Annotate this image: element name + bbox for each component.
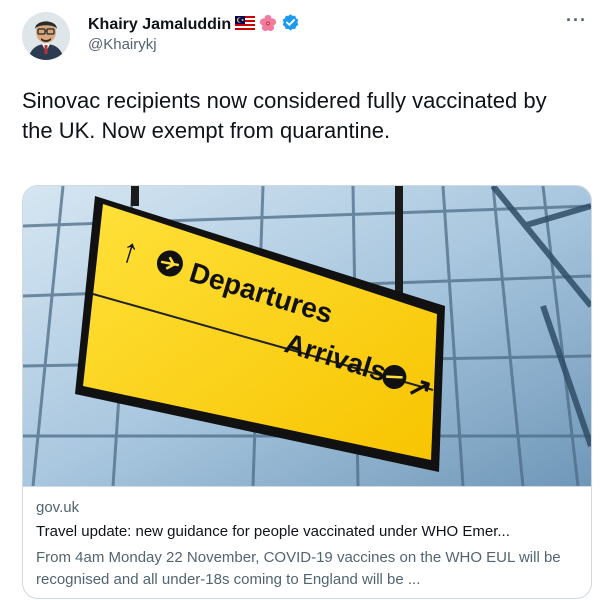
author-handle[interactable]: @Khairykj [88,36,157,53]
card-image[interactable]: ↑ Departures Arrivals ↗ [23,186,591,486]
card-info[interactable]: gov.uk Travel update: new guidance for p… [23,486,591,598]
verified-badge-icon [281,13,300,37]
malaysia-flag-icon [235,15,256,35]
hibiscus-icon [259,14,277,37]
author-name-row[interactable]: Khairy Jamaluddin [88,13,300,37]
more-options-icon[interactable]: ··· [566,10,587,31]
link-card[interactable]: ↑ Departures Arrivals ↗ gov.uk Travel up… [22,185,592,599]
author-name[interactable]: Khairy Jamaluddin [88,16,231,34]
tweet-text: Sinovac recipients now considered fully … [22,88,547,143]
card-domain: gov.uk [36,499,80,516]
avatar[interactable] [22,12,70,60]
card-title[interactable]: Travel update: new guidance for people v… [36,523,584,540]
card-description: From 4am Monday 22 November, COVID-19 va… [36,549,561,588]
tweet: Khairy Jamaluddin @Khairykj ··· Sinovac … [0,0,609,600]
